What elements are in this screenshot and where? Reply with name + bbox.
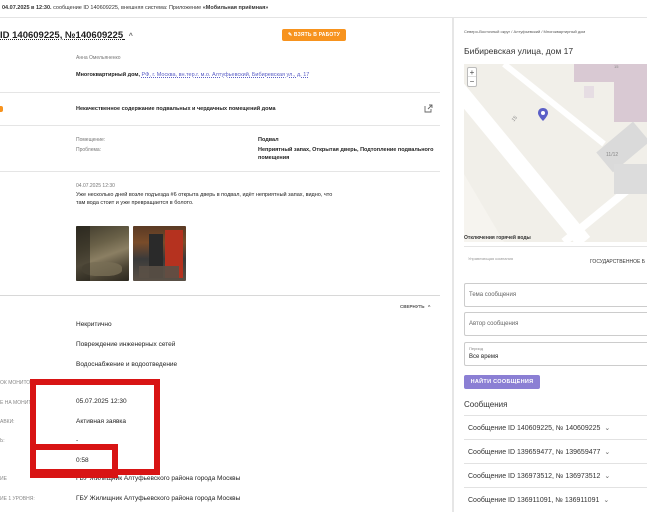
object-address: Многоквартирный дом, РФ, г. Москва, вн.т…	[76, 72, 309, 78]
chevron-down-icon[interactable]: ⌄	[604, 473, 610, 480]
chevron-down-icon[interactable]: ⌄	[604, 425, 610, 432]
monitoring-term-label: ОК МОНИТО	[0, 380, 31, 386]
message-accordion-item[interactable]: Сообщение ID 140609225, № 140609225 ⌄	[464, 415, 647, 437]
topbar-source: «Мобильная приёмная»	[202, 5, 269, 11]
criticality-value: Некритично	[76, 321, 112, 328]
divider	[0, 92, 440, 93]
object-type: Многоквартирный дом,	[76, 72, 140, 78]
object-address-title: Бибиревская улица, дом 17	[464, 46, 574, 56]
topbar-date: 04.07.2025 в 12:30.	[2, 5, 52, 11]
premise-value: Подвал	[258, 137, 279, 143]
top-info-bar: 04.07.2025 в 12:30. сообщение ID 1406092…	[0, 0, 647, 18]
message-accordion-item[interactable]: Сообщение ID 139659477, № 139659477 ⌄	[464, 439, 647, 461]
chevron-down-icon[interactable]: ⌄	[604, 449, 610, 456]
hot-water-outage-title: Отключения горячей воды	[464, 235, 531, 241]
map-pin-icon[interactable]	[538, 108, 548, 121]
message-accordion-label[interactable]: Сообщение ID 136973512, № 136973512	[468, 473, 600, 480]
premise-label: Помещение:	[76, 137, 106, 143]
category-value: Повреждение инженерных сетей	[76, 341, 176, 348]
open-external-icon[interactable]	[424, 104, 433, 113]
author-field[interactable]: Автор сообщения	[464, 312, 647, 336]
message-date: 04.07.2025 12:30	[76, 183, 115, 189]
request-title[interactable]: ID 140609225, №140609225 ^	[0, 30, 133, 41]
topic-placeholder: Тема сообщения	[469, 292, 517, 298]
responsible-label: ИЕ	[0, 476, 7, 482]
map-zoom-control: + −	[467, 67, 477, 87]
message-accordion-item[interactable]: Сообщение ID 136973512, № 136973512 ⌄	[464, 463, 647, 485]
object-map[interactable]: + − 15 11/12 15	[464, 64, 647, 242]
map-canvas[interactable]	[464, 64, 647, 242]
zoom-out-icon[interactable]: −	[468, 77, 476, 86]
attached-photo-2[interactable]	[133, 226, 186, 281]
object-side-panel: Северо-Восточный округ / Алтуфьевский / …	[454, 18, 647, 512]
period-label: Период	[469, 346, 484, 351]
author-name: Анна Омельяненко	[76, 55, 121, 61]
problem-value-line1: Неприятный запах, Открытая дверь, Подтоп…	[258, 147, 434, 153]
level1-label: ИЕ 1 УРОВНЯ:	[0, 496, 35, 502]
map-house-number: 15	[614, 64, 619, 69]
take-to-work-button[interactable]: ✎ ВЗЯТЬ В РАБОТУ	[282, 29, 346, 41]
divider	[0, 295, 440, 296]
divider	[0, 125, 440, 126]
chevron-up-icon[interactable]: ^	[428, 304, 431, 309]
message-text-line1: Уже несколько дней возле подъезда #6 отк…	[76, 192, 333, 198]
message-accordion-label[interactable]: Сообщение ID 136911091, № 136911091	[468, 497, 599, 504]
status-label: АВКИ:	[0, 419, 15, 425]
request-title-text[interactable]: ID 140609225, №140609225	[0, 30, 123, 41]
highlight-box-small	[30, 444, 118, 478]
period-select[interactable]: Период Все время	[464, 342, 647, 366]
problem-label: Проблема:	[76, 147, 102, 153]
author-placeholder: Автор сообщения	[469, 321, 519, 327]
problem-title: Некачественное содержание подвальных и ч…	[76, 106, 276, 112]
topbar-text: сообщение ID 140609225, внешняя система:…	[53, 5, 202, 11]
message-accordion-label[interactable]: Сообщение ID 140609225, № 140609225	[468, 425, 600, 432]
message-text-line2: там вода стоит и уже превращается в боло…	[76, 200, 194, 206]
map-house-number: 11/12	[606, 152, 619, 158]
message-accordion-label[interactable]: Сообщение ID 139659477, № 139659477	[468, 449, 600, 456]
level1-org-value: ГБУ Жилищник Алтуфьевского района города…	[76, 495, 241, 502]
divider	[464, 246, 647, 247]
topic-field[interactable]: Тема сообщения	[464, 283, 647, 307]
chevron-down-icon[interactable]: ⌄	[603, 497, 609, 504]
divider	[0, 171, 440, 172]
warning-icon	[0, 106, 3, 112]
address-link[interactable]: РФ, г. Москва, вн.тер.г. м.о. Алтуфьевск…	[142, 72, 310, 78]
zoom-in-icon[interactable]: +	[468, 68, 476, 77]
breadcrumb: Северо-Восточный округ / Алтуфьевский / …	[464, 29, 586, 34]
executor-label: Ь:	[0, 438, 5, 444]
collapse-label[interactable]: СВЕРНУТЬ	[400, 304, 425, 309]
request-details-panel: ID 140609225, №140609225 ^ ✎ ВЗЯТЬ В РАБ…	[0, 18, 452, 512]
messages-title: Сообщения	[464, 400, 508, 409]
subcategory-value: Водоснабжение и водоотведение	[76, 361, 178, 368]
collapse-link[interactable]: СВЕРНУТЬ ^	[400, 304, 430, 309]
find-messages-button[interactable]: НАЙТИ СООБЩЕНИЯ	[464, 375, 540, 389]
mgmt-company-value: ГОСУДАРСТВЕННОЕ Б	[590, 259, 645, 265]
mgmt-company-label: Управляющая компания	[468, 256, 514, 261]
period-value: Все время	[469, 354, 499, 360]
problem-value-line2: помещения	[258, 155, 290, 161]
chevron-up-icon[interactable]: ^	[129, 33, 133, 40]
attached-photo-1[interactable]	[76, 226, 129, 281]
message-accordion-item[interactable]: Сообщение ID 136911091, № 136911091 ⌄	[464, 487, 647, 509]
